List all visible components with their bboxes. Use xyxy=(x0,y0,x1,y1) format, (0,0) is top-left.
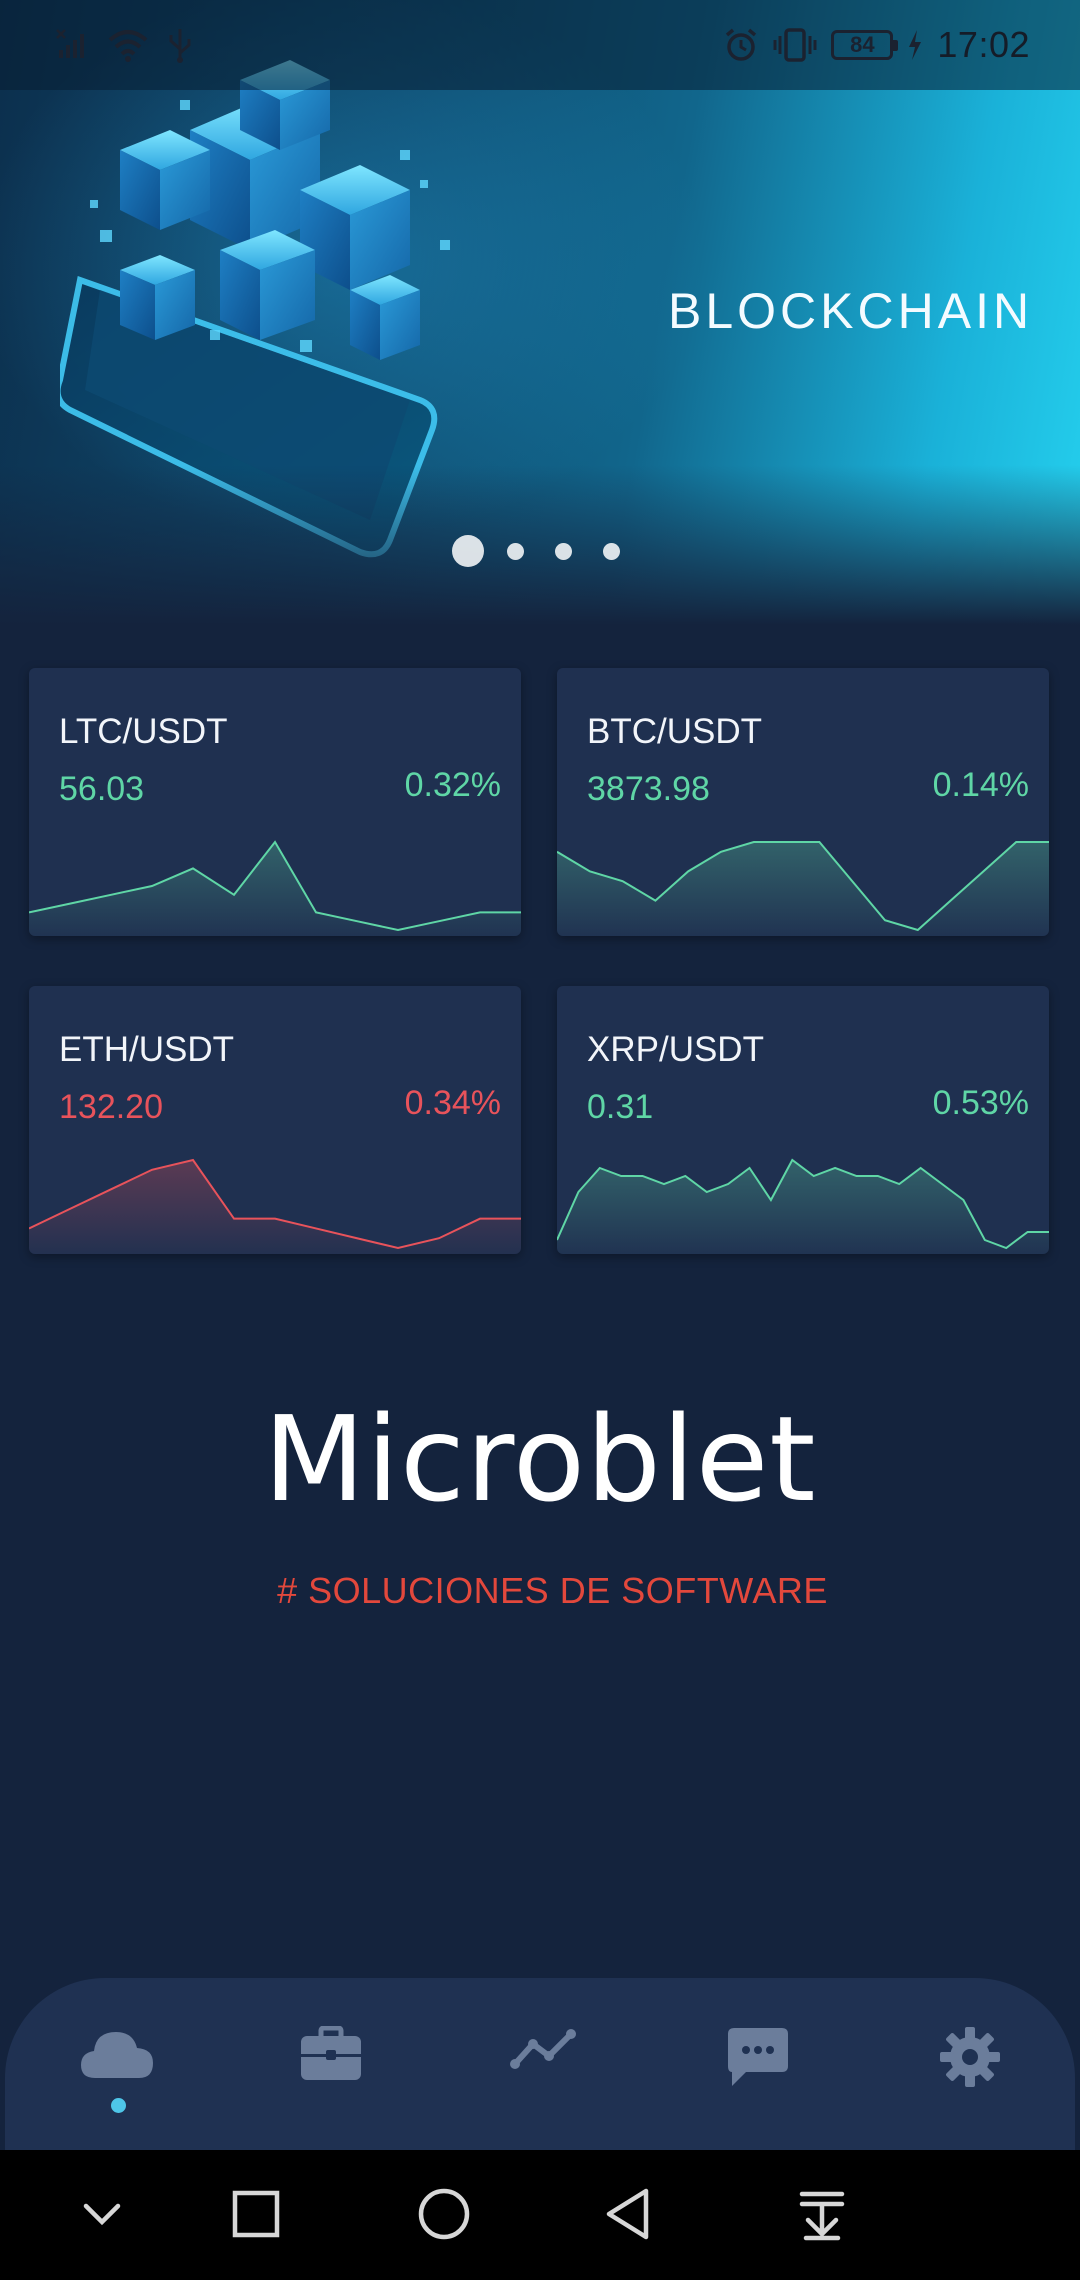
ticker-change: 0.53% xyxy=(932,1084,1029,1122)
sparkline-area xyxy=(557,1160,1049,1254)
ticker-pair: XRP/USDT xyxy=(587,1030,764,1069)
banner-carousel[interactable]: BLOCKCHAIN xyxy=(0,0,1080,625)
sparkline-area xyxy=(29,1160,521,1254)
blockchain-illustration xyxy=(60,60,450,558)
usb-icon xyxy=(169,29,191,63)
bottom-navigation xyxy=(5,1978,1075,2150)
carousel-dot-active[interactable] xyxy=(452,535,484,567)
nav-item-messages[interactable] xyxy=(718,2026,798,2106)
cloud-icon xyxy=(81,2032,153,2078)
wifi-icon xyxy=(108,30,148,62)
ticker-sparkline xyxy=(557,841,1049,936)
briefcase-icon xyxy=(301,2026,361,2080)
ticker-sparkline xyxy=(557,1158,1049,1254)
ticker-pair: LTC/USDT xyxy=(59,712,228,751)
carousel-dot[interactable] xyxy=(555,543,572,560)
home-icon[interactable] xyxy=(414,2184,474,2244)
nav-item-portfolio[interactable] xyxy=(291,2026,371,2106)
banner-title: BLOCKCHAIN xyxy=(668,283,1034,339)
chat-icon xyxy=(728,2028,788,2086)
nav-active-indicator xyxy=(111,2098,126,2113)
back-icon[interactable] xyxy=(600,2184,660,2244)
nav-item-settings[interactable] xyxy=(930,2026,1010,2106)
nav-item-home[interactable] xyxy=(77,2026,157,2106)
sparkline-area xyxy=(557,842,1049,936)
ticker-price: 56.03 xyxy=(59,770,145,808)
ticker-sparkline xyxy=(29,840,521,936)
carousel-dot[interactable] xyxy=(603,543,620,560)
ticker-price: 132.20 xyxy=(59,1088,163,1126)
ticker-price: 0.31 xyxy=(587,1088,654,1126)
no-sim-icon xyxy=(56,29,84,58)
carousel-dot[interactable] xyxy=(507,543,524,560)
battery-icon: 84 xyxy=(831,30,899,60)
ticker-change: 0.32% xyxy=(404,766,501,804)
nav-item-markets[interactable] xyxy=(504,2026,584,2106)
ticker-change: 0.34% xyxy=(404,1084,501,1122)
ticker-card-btc[interactable]: BTC/USDT 3873.98 0.14% xyxy=(557,668,1049,936)
charging-icon xyxy=(909,30,922,60)
ticker-change: 0.14% xyxy=(932,766,1029,804)
ticker-card-eth[interactable]: ETH/USDT 132.20 0.34% xyxy=(29,986,521,1254)
ticker-pair: ETH/USDT xyxy=(59,1030,234,1069)
hide-icon[interactable] xyxy=(72,2184,132,2244)
brand-tagline: # SOLUCIONES DE SOFTWARE xyxy=(277,1570,828,1611)
ticker-pair: BTC/USDT xyxy=(587,712,762,751)
notifications-icon[interactable] xyxy=(792,2184,852,2244)
brand-name: Microblet xyxy=(263,1390,817,1528)
system-navigation-bar xyxy=(0,2150,1080,2280)
ticker-card-ltc[interactable]: LTC/USDT 56.03 0.32% xyxy=(29,668,521,936)
ticker-card-xrp[interactable]: XRP/USDT 0.31 0.53% xyxy=(557,986,1049,1254)
sparkline-area xyxy=(29,842,521,936)
alarm-icon xyxy=(726,28,757,61)
vibrate-icon xyxy=(773,28,817,62)
clock: 17:02 xyxy=(937,24,1030,65)
chart-line-icon xyxy=(510,2029,576,2069)
ticker-sparkline xyxy=(29,1158,521,1254)
ticker-price: 3873.98 xyxy=(587,770,710,808)
status-bar: 84 17:02 xyxy=(0,0,1080,90)
gear-icon xyxy=(940,2027,1000,2087)
recents-icon[interactable] xyxy=(226,2184,286,2244)
